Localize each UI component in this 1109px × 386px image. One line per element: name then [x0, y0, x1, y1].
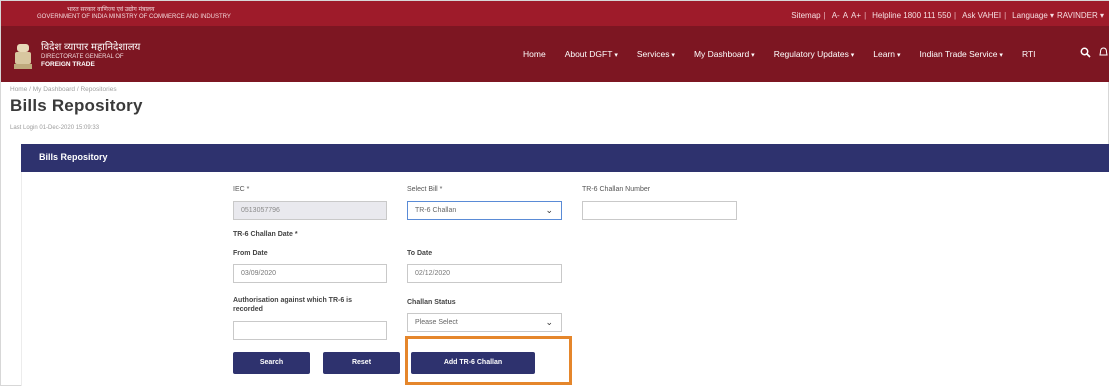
iec-label: IEC *	[233, 186, 250, 193]
select-bill-dropdown[interactable]: TR-6 Challan ⌄	[407, 201, 562, 220]
utility-link[interactable]: A	[843, 11, 848, 20]
utility-separator: |	[1004, 11, 1007, 20]
emblem-logo-icon	[14, 44, 32, 69]
chevron-down-icon: ⌄	[545, 205, 553, 215]
challan-status-label: Challan Status	[407, 299, 456, 306]
menu-item-rti[interactable]: RTI	[1022, 49, 1036, 59]
breadcrumb[interactable]: Home / My Dashboard / Repositories	[10, 86, 117, 93]
nav-icons	[1080, 47, 1108, 58]
gov-line-english: GOVERNMENT OF INDIA MINISTRY OF COMMERCE…	[37, 14, 231, 20]
iec-field: 0513057796	[233, 201, 387, 220]
search-icon[interactable]	[1080, 47, 1091, 58]
org-name-line1: DIRECTORATE GENERAL OF	[41, 54, 124, 60]
card-header: Bills Repository	[21, 144, 1109, 172]
utility-link[interactable]: Helpline 1800 111 550	[872, 11, 951, 20]
menu-item-services[interactable]: Services	[637, 49, 675, 59]
tr6-number-field[interactable]	[582, 201, 737, 220]
challan-status-value: Please Select	[415, 319, 458, 326]
gov-line-hindi: भारत सरकार वाणिज्य एवं उद्योग मंत्रालय	[67, 7, 155, 13]
last-login-text: Last Login 01-Dec-2020 15:09:33	[10, 125, 100, 131]
government-label: भारत सरकार वाणिज्य एवं उद्योग मंत्रालय G…	[37, 7, 231, 21]
menu-item-my-dashboard[interactable]: My Dashboard	[694, 49, 755, 59]
main-navbar: विदेश व्यापार महानिदेशालय DIRECTORATE GE…	[1, 26, 1109, 82]
utility-link[interactable]: A-	[832, 11, 840, 20]
utility-separator: |	[823, 11, 826, 20]
bell-icon[interactable]	[1099, 47, 1108, 58]
menu-item-home[interactable]: Home	[523, 49, 546, 59]
add-tr6-challan-button[interactable]: Add TR-6 Challan	[411, 352, 535, 374]
utility-link[interactable]: Language ▾	[1012, 11, 1054, 20]
utility-link[interactable]: Ask VAHEI	[962, 11, 1001, 20]
utility-separator: |	[864, 11, 867, 20]
select-bill-value: TR-6 Challan	[415, 207, 457, 214]
select-bill-label: Select Bill *	[407, 186, 443, 193]
utility-separator: |	[954, 11, 957, 20]
authorisation-field[interactable]	[233, 321, 387, 340]
challan-status-dropdown[interactable]: Please Select ⌄	[407, 313, 562, 332]
from-date-label: From Date	[233, 250, 268, 257]
reset-button[interactable]: Reset	[323, 352, 400, 374]
from-date-field[interactable]: 03/09/2020	[233, 264, 387, 283]
utility-links: Sitemap | A- A A+ | Helpline 1800 111 550 | Ask …	[788, 11, 1104, 20]
org-name[interactable]: विदेश व्यापार महानिदेशालय DIRECTORATE GE…	[41, 42, 140, 69]
search-button[interactable]: Search	[233, 352, 310, 374]
page-title: Bills Repository	[10, 96, 143, 115]
page: भारत सरकार वाणिज्य एवं उद्योग मंत्रालय G…	[0, 0, 1109, 386]
menu-item-about-dgft[interactable]: About DGFT	[565, 49, 618, 59]
auth-label-line1: Authorisation against which TR-6 is	[233, 297, 353, 304]
utility-link[interactable]: A+	[851, 11, 861, 20]
tr6-date-label: TR-6 Challan Date *	[233, 231, 298, 238]
org-name-line2: FOREIGN TRADE	[41, 61, 95, 68]
card-title: Bills Repository	[39, 152, 108, 162]
to-date-label: To Date	[407, 250, 433, 257]
auth-label-line2: recorded	[233, 306, 263, 313]
utility-link[interactable]: Sitemap	[791, 11, 820, 20]
org-name-hindi: विदेश व्यापार महानिदेशालय	[41, 42, 141, 53]
to-date-field[interactable]: 02/12/2020	[407, 264, 562, 283]
menu-item-regulatory-updates[interactable]: Regulatory Updates	[774, 49, 855, 59]
chevron-down-icon: ⌄	[545, 317, 553, 327]
menu-item-indian-trade-service[interactable]: Indian Trade Service	[920, 49, 1003, 59]
menu-item-learn[interactable]: Learn	[873, 49, 900, 59]
tr6-number-label: TR-6 Challan Number	[582, 186, 651, 193]
utility-link[interactable]: RAVINDER ▾	[1057, 11, 1104, 20]
main-menu: Home About DGFT Services My Dashboard Regula…	[523, 49, 1055, 59]
